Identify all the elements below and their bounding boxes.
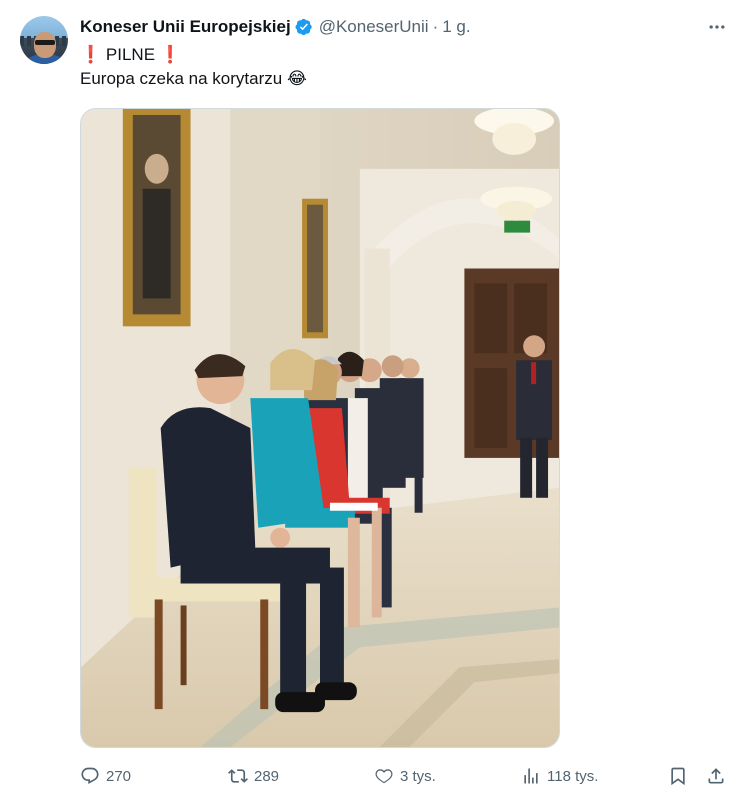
- reply-button[interactable]: 270: [80, 764, 131, 788]
- tweet-text-line-1: ❗ PILNE ❗: [80, 43, 307, 67]
- bookmark-button[interactable]: [668, 764, 694, 788]
- share-button[interactable]: [706, 764, 732, 788]
- repost-count: 289: [254, 767, 280, 785]
- urgent-label: PILNE: [105, 45, 156, 64]
- like-count: 3 tys.: [400, 767, 436, 785]
- like-button[interactable]: 3 tys.: [374, 764, 436, 788]
- tweet-photo[interactable]: [80, 108, 560, 748]
- tweet-timestamp[interactable]: 1 g.: [442, 17, 470, 37]
- separator-dot: ·: [432, 17, 439, 36]
- views-button[interactable]: 118 tys.: [521, 764, 598, 788]
- tweet-text: ❗ PILNE ❗ Europa czeka na korytarzu 😂: [80, 43, 307, 91]
- repost-button[interactable]: 289: [228, 764, 279, 788]
- reply-icon: [81, 767, 99, 784]
- author-handle[interactable]: @KoneserUnii: [319, 17, 429, 37]
- tweet-action-bar: 270 289 3 tys. 118 tys.: [80, 764, 728, 788]
- photo-corridor-scene: [81, 109, 559, 747]
- exclamation-emoji: ❗: [159, 45, 181, 64]
- more-options-button[interactable]: [706, 16, 728, 38]
- author-display-name[interactable]: Koneser Unii Europejskiej: [80, 17, 291, 37]
- verified-badge-icon: [295, 18, 312, 36]
- exclamation-emoji: ❗: [80, 45, 102, 64]
- share-icon: [708, 768, 724, 784]
- repost-icon: [228, 769, 248, 783]
- views-icon: [524, 768, 538, 784]
- laughing-emoji: 😂: [286, 69, 307, 88]
- tweet-text-line-2: Europa czeka na korytarzu 😂: [80, 67, 307, 91]
- author-avatar[interactable]: [20, 16, 68, 64]
- heart-icon: [375, 769, 393, 784]
- tweet-header: Koneser Unii Europejskiej @KoneserUnii ·…: [80, 16, 471, 38]
- bookmark-icon: [671, 767, 685, 786]
- reply-count: 270: [106, 767, 132, 785]
- views-count: 118 tys.: [547, 767, 599, 785]
- tweet-body: Europa czeka na korytarzu: [80, 69, 283, 88]
- more-dots-icon: [709, 25, 725, 29]
